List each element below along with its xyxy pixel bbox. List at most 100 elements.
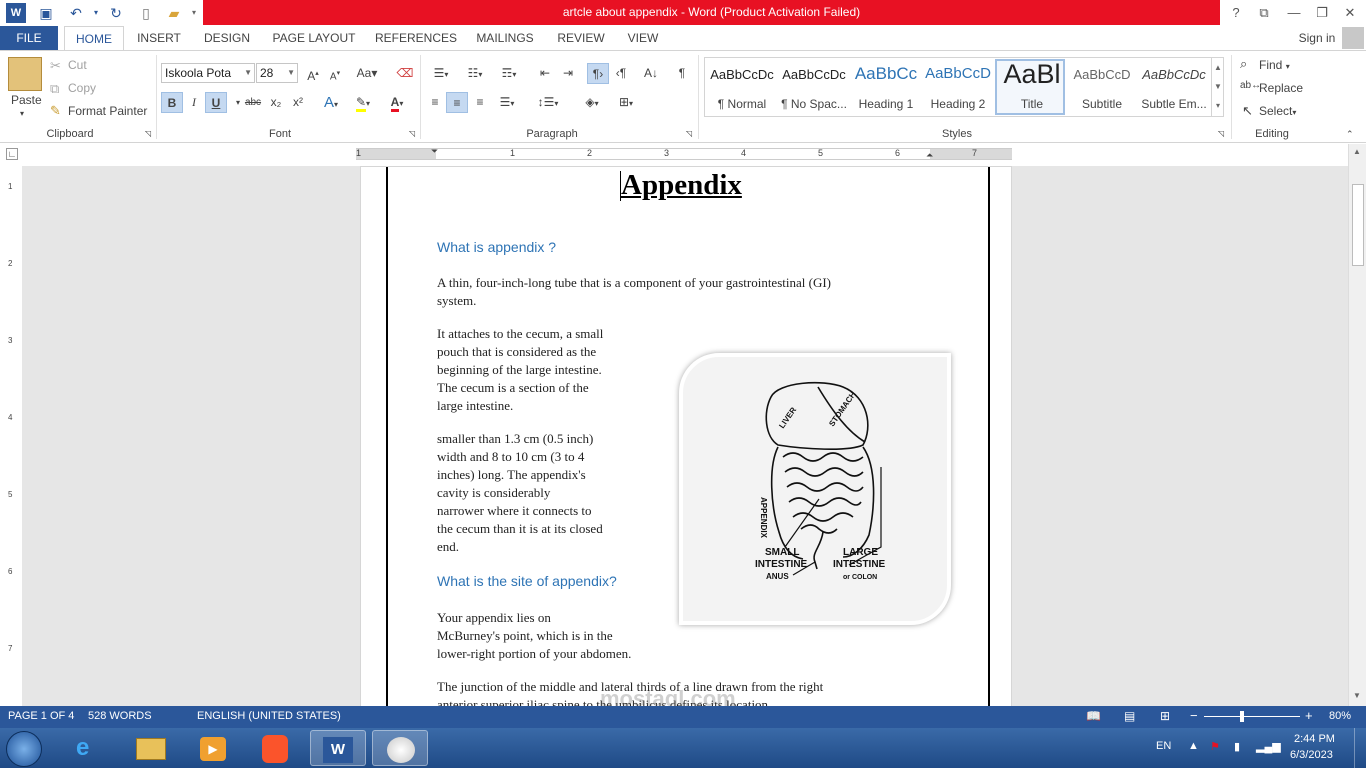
tab-design[interactable]: DESIGN — [198, 26, 256, 50]
sort-icon[interactable]: A↓ — [640, 63, 662, 84]
text-effects-icon[interactable]: A▾ — [316, 92, 346, 113]
format-painter-icon[interactable]: ✎ — [50, 103, 61, 119]
horizontal-ruler[interactable]: 1 1 2 3 4 5 6 7 ⏷ ⏶ — [356, 146, 1012, 160]
taskbar-word[interactable]: W — [310, 730, 366, 766]
customize-qat-icon[interactable]: ▾ — [184, 3, 204, 23]
tab-home[interactable]: HOME — [64, 26, 124, 50]
tab-selector-icon[interactable]: ∟ — [6, 148, 18, 160]
change-case-icon[interactable]: Aa▾ — [352, 63, 382, 84]
shading-icon[interactable]: ◈▾ — [576, 92, 608, 113]
style-heading-2[interactable]: AaBbCcD Heading 2 — [923, 59, 993, 115]
align-center-icon[interactable]: ≡ — [446, 92, 468, 113]
word-app-icon[interactable]: W — [6, 3, 26, 23]
zoom-slider[interactable] — [1204, 716, 1300, 717]
scrollbar-thumb[interactable] — [1352, 184, 1364, 266]
increase-indent-icon[interactable]: ⇥ — [557, 63, 579, 84]
new-document-icon[interactable]: ▯ — [136, 3, 156, 23]
clock-time[interactable]: 2:44 PM — [1294, 733, 1335, 745]
styles-launcher-icon[interactable]: ◹ — [1218, 129, 1224, 138]
action-center-icon[interactable]: ⚑ — [1210, 740, 1220, 753]
replace-button[interactable]: Replace — [1259, 81, 1303, 95]
line-spacing-icon[interactable]: ↕☰▾ — [532, 92, 564, 113]
minimize-button[interactable]: — — [1280, 2, 1308, 24]
clear-formatting-icon[interactable]: ⌫ — [394, 63, 416, 84]
show-hidden-icons[interactable]: ▲ — [1188, 740, 1199, 752]
multilevel-list-icon[interactable]: ☶▾ — [494, 63, 524, 84]
tab-page-layout[interactable]: PAGE LAYOUT — [268, 26, 360, 50]
font-size-select[interactable]: 28 ▼ — [256, 63, 298, 83]
find-button[interactable]: Find ▾ — [1259, 58, 1290, 72]
ribbon-display-options-button[interactable]: ⧉ — [1250, 2, 1278, 24]
rtl-direction-icon[interactable]: ‹¶ — [610, 63, 632, 84]
select-icon[interactable]: ↖ — [1242, 103, 1253, 119]
show-formatting-marks-icon[interactable]: ¶ — [671, 63, 693, 84]
word-count[interactable]: 528 WORDS — [88, 710, 152, 722]
redo-icon[interactable]: ↻ — [106, 3, 126, 23]
style-title[interactable]: AaBl Title — [995, 59, 1065, 115]
style-normal[interactable]: AaBbCcDc ¶ Normal — [707, 59, 777, 115]
grow-font-icon[interactable]: A▴ — [302, 63, 324, 84]
paste-icon[interactable] — [8, 57, 42, 91]
scroll-up-icon[interactable]: ▲ — [1353, 147, 1361, 156]
align-left-icon[interactable]: ≡ — [424, 92, 446, 113]
paragraph-launcher-icon[interactable]: ◹ — [686, 129, 692, 138]
bullets-icon[interactable]: ☰▾ — [426, 63, 456, 84]
restore-button[interactable]: ❐ — [1308, 2, 1336, 24]
replace-icon[interactable]: ab↔ — [1240, 80, 1261, 91]
taskbar-file-explorer[interactable] — [124, 730, 180, 766]
find-icon[interactable]: ⌕ — [1240, 56, 1247, 72]
scroll-down-icon[interactable]: ▼ — [1353, 691, 1361, 700]
network-signal-icon[interactable]: ▂▄▆ — [1256, 740, 1281, 753]
style-subtitle[interactable]: AaBbCcD Subtitle — [1067, 59, 1137, 115]
format-painter-button[interactable]: Format Painter — [68, 104, 147, 118]
taskbar-internet-explorer[interactable]: e — [62, 730, 118, 766]
heading-what-is-appendix[interactable]: What is appendix ? — [437, 239, 556, 255]
paragraph[interactable]: smaller than 1.3 cm (0.5 inch) width and… — [437, 430, 603, 556]
font-color-icon[interactable]: A▾ — [382, 92, 412, 113]
style-heading-1[interactable]: AaBbCc Heading 1 — [851, 59, 921, 115]
font-launcher-icon[interactable]: ◹ — [409, 129, 415, 138]
highlight-color-icon[interactable]: ✎▾ — [348, 92, 378, 113]
select-button[interactable]: Select▾ — [1259, 104, 1296, 118]
shrink-font-icon[interactable]: A▾ — [324, 63, 346, 84]
underline-button[interactable]: U — [205, 92, 227, 113]
zoom-out-icon[interactable]: − — [1190, 708, 1198, 723]
undo-dropdown-icon[interactable]: ▾ — [86, 3, 106, 23]
help-button[interactable]: ? — [1222, 2, 1250, 24]
zoom-in-icon[interactable]: + — [1305, 708, 1313, 723]
taskbar-media-player[interactable]: ▶ — [186, 730, 242, 766]
undo-icon[interactable]: ↶ — [66, 3, 86, 23]
taskbar-brave[interactable] — [248, 730, 304, 766]
start-button-icon[interactable] — [6, 731, 42, 767]
superscript-button[interactable]: x² — [287, 92, 309, 113]
italic-button[interactable]: I — [183, 92, 205, 113]
paragraph[interactable]: It attaches to the cecum, a small pouch … — [437, 325, 603, 415]
page-count[interactable]: PAGE 1 OF 4 — [8, 710, 74, 722]
show-desktop-button[interactable] — [1354, 728, 1366, 768]
language-indicator[interactable]: ENGLISH (UNITED STATES) — [197, 710, 341, 722]
borders-icon[interactable]: ⊞▾ — [610, 92, 642, 113]
zoom-level[interactable]: 80% — [1329, 710, 1351, 722]
user-avatar-icon[interactable] — [1342, 27, 1364, 49]
document-page[interactable]: Appendix What is appendix ? A thin, four… — [360, 166, 1012, 706]
tab-mailings[interactable]: MAILINGS — [470, 26, 540, 50]
ltr-direction-icon[interactable]: ¶› — [587, 63, 609, 84]
decrease-indent-icon[interactable]: ⇤ — [534, 63, 556, 84]
open-folder-icon[interactable]: ▰ — [164, 3, 184, 23]
tab-file[interactable]: FILE — [0, 26, 58, 50]
paragraph[interactable]: Your appendix lies on McBurney's point, … — [437, 609, 631, 663]
document-title[interactable]: Appendix — [621, 169, 742, 202]
styles-scroll[interactable]: ▲ ▼ ▾ — [1211, 58, 1224, 116]
strikethrough-button[interactable]: abc — [241, 92, 265, 113]
tab-references[interactable]: REFERENCES — [374, 26, 458, 50]
heading-site-of-appendix[interactable]: What is the site of appendix? — [437, 573, 617, 589]
document-area[interactable]: Appendix What is appendix ? A thin, four… — [22, 166, 1348, 706]
input-language[interactable]: EN — [1156, 740, 1171, 752]
clock-date[interactable]: 6/3/2023 — [1290, 749, 1333, 761]
paragraph[interactable]: A thin, four-inch-long tube that is a co… — [437, 274, 831, 310]
first-line-indent-marker[interactable]: ⏷ — [431, 146, 438, 157]
paste-button[interactable]: Paste — [11, 93, 42, 107]
align-right-icon[interactable]: ≡ — [469, 92, 491, 113]
read-mode-icon[interactable]: 📖 — [1086, 709, 1101, 723]
tab-insert[interactable]: INSERT — [132, 26, 186, 50]
